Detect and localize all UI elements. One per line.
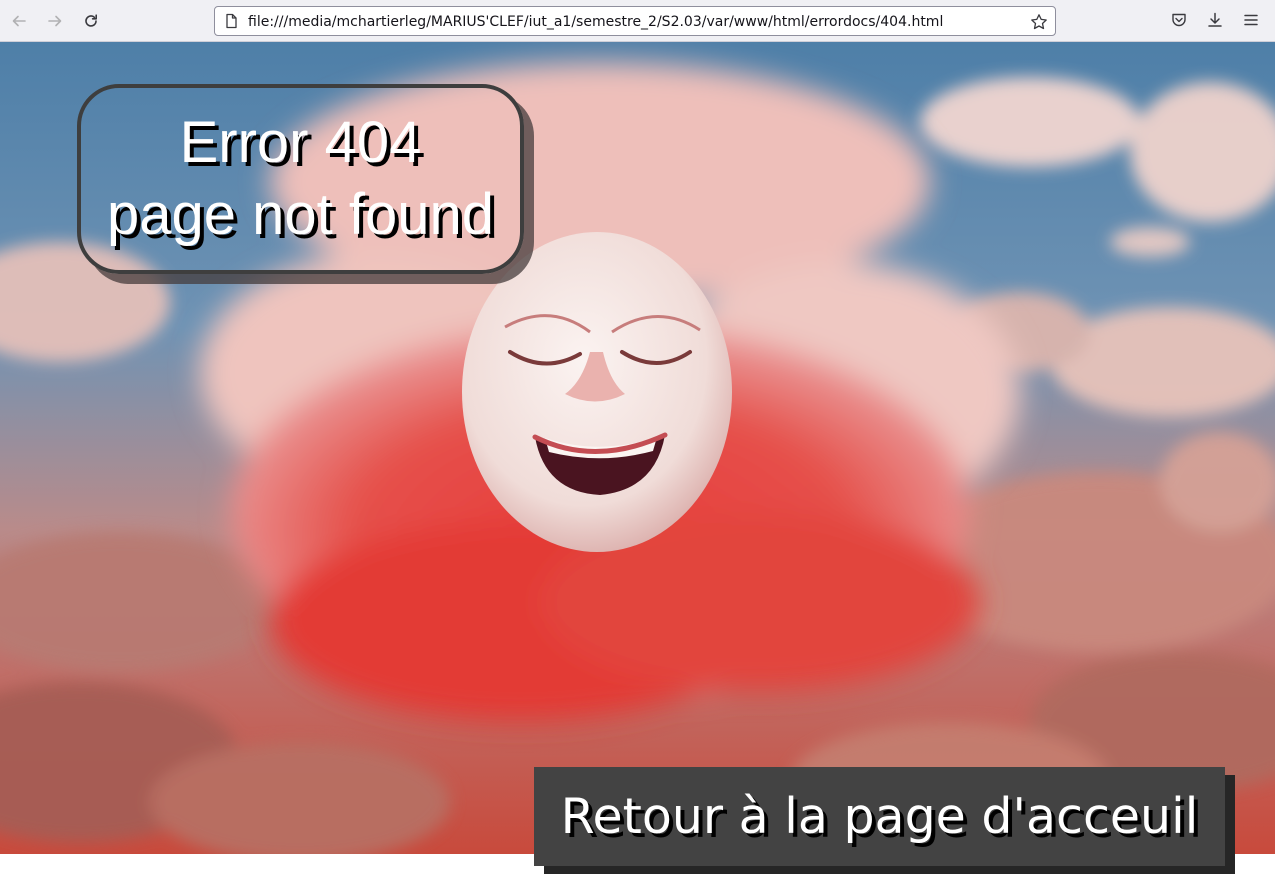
app-menu-button[interactable] — [1241, 10, 1261, 30]
downloads-button[interactable] — [1205, 10, 1225, 30]
back-to-home-label[interactable]: Retour à la page d'acceuil — [561, 788, 1199, 845]
smiling-face-illustration — [462, 232, 732, 552]
arrow-right-icon — [48, 15, 62, 27]
pocket-icon — [1172, 13, 1186, 27]
forward-button[interactable] — [43, 9, 67, 33]
back-to-home-link[interactable]: Retour à la page d'acceuil — [534, 767, 1225, 866]
error-title: Error 404 — [179, 110, 422, 175]
download-icon — [1208, 12, 1222, 27]
back-button[interactable] — [7, 9, 31, 33]
hamburger-menu-icon — [1244, 14, 1258, 26]
page-icon — [226, 13, 237, 29]
arrow-left-icon — [12, 15, 26, 27]
error-message-box: Error 404 page not found — [77, 84, 524, 274]
pocket-button[interactable] — [1169, 10, 1189, 30]
star-icon[interactable] — [1030, 13, 1048, 31]
url-bar[interactable]: file:///media/mchartierleg/MARIUS'CLEF/i… — [214, 6, 1056, 36]
reload-button[interactable] — [79, 9, 103, 33]
reload-icon — [85, 14, 97, 27]
page-viewport: Error 404 page not found Retour à la pag… — [0, 42, 1275, 874]
browser-toolbar: file:///media/mchartierleg/MARIUS'CLEF/i… — [0, 0, 1275, 42]
url-text[interactable]: file:///media/mchartierleg/MARIUS'CLEF/i… — [248, 13, 943, 31]
error-subtitle: page not found — [106, 182, 495, 247]
